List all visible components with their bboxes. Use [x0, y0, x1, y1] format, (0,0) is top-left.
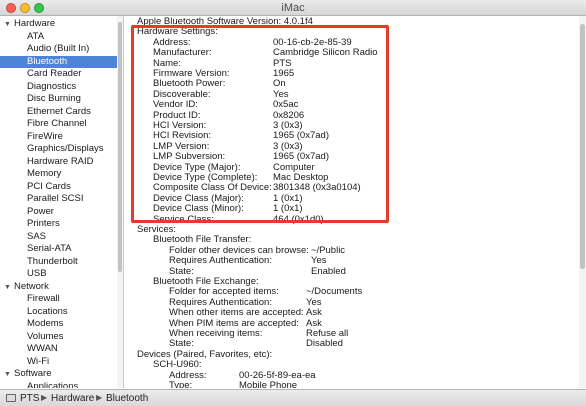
- sidebar-group-label: Hardware: [14, 18, 56, 29]
- sidebar-list: ▼ Hardware ATA Audio (Built In) Bluetooth Car…: [0, 16, 123, 388]
- path-bar: PTS ▶ Hardware ▶ Bluetooth: [0, 389, 586, 406]
- sidebar-item-hardware-raid[interactable]: Hardware RAID: [0, 156, 123, 169]
- detail-scrollbar[interactable]: [579, 16, 586, 388]
- sidebar-group-label: Software: [14, 368, 52, 379]
- sidebar-item-audio-built-in[interactable]: Audio (Built In): [0, 43, 123, 56]
- sidebar-item-pci-cards[interactable]: PCI Cards: [0, 181, 123, 194]
- sidebar[interactable]: ▼ Hardware ATA Audio (Built In) Bluetooth Car…: [0, 16, 124, 388]
- sidebar-item-sas[interactable]: SAS: [0, 231, 123, 244]
- sidebar-item-wwan[interactable]: WWAN: [0, 343, 123, 356]
- sidebar-item-applications[interactable]: Applications: [0, 381, 123, 389]
- sidebar-group-software[interactable]: ▼ Software: [0, 368, 123, 381]
- sidebar-item-printers[interactable]: Printers: [0, 218, 123, 231]
- setting-value: Mobile Phone: [239, 380, 298, 388]
- sidebar-item-serial-ata[interactable]: Serial-ATA: [0, 243, 123, 256]
- sidebar-item-card-reader[interactable]: Card Reader: [0, 68, 123, 81]
- sidebar-item-graphics-displays[interactable]: Graphics/Displays: [0, 143, 123, 156]
- setting-value: Enabled: [311, 265, 346, 277]
- sidebar-group-hardware[interactable]: ▼ Hardware: [0, 18, 123, 31]
- setting-key: Type:: [169, 380, 193, 388]
- computer-icon: [6, 394, 16, 402]
- sidebar-item-usb[interactable]: USB: [0, 268, 123, 281]
- sidebar-item-ethernet-cards[interactable]: Ethernet Cards: [0, 106, 123, 119]
- sidebar-item-locations[interactable]: Locations: [0, 306, 123, 319]
- path-separator-icon: ▶: [41, 393, 48, 402]
- detail-pane: Apple Bluetooth Software Version: 4.0.1f…: [125, 16, 586, 388]
- path-separator-icon: ▶: [96, 393, 103, 402]
- sidebar-item-parallel-scsi[interactable]: Parallel SCSI: [0, 193, 123, 206]
- device-row: Type: Mobile Phone: [125, 380, 575, 388]
- sidebar-item-firewall[interactable]: Firewall: [0, 293, 123, 306]
- path-item-bluetooth[interactable]: Bluetooth: [106, 393, 148, 404]
- title-bar: iMac: [0, 0, 586, 16]
- sidebar-item-power[interactable]: Power: [0, 206, 123, 219]
- sidebar-item-bluetooth[interactable]: Bluetooth: [0, 55, 123, 68]
- window-title: iMac: [281, 2, 305, 14]
- sidebar-scrollbar[interactable]: [117, 16, 123, 388]
- sidebar-item-wi-fi[interactable]: Wi-Fi: [0, 356, 123, 369]
- sidebar-item-volumes[interactable]: Volumes: [0, 331, 123, 344]
- sidebar-item-firewire[interactable]: FireWire: [0, 131, 123, 144]
- device-row: Address: 00-26-5f-89-ea-ea: [125, 370, 575, 381]
- sidebar-item-modems[interactable]: Modems: [0, 318, 123, 331]
- highlight-box: [131, 25, 389, 223]
- sidebar-item-ata[interactable]: ATA: [0, 31, 123, 44]
- sidebar-group-label: Network: [14, 280, 49, 292]
- path-item-computer[interactable]: PTS: [20, 393, 39, 404]
- sidebar-item-thunderbolt[interactable]: Thunderbolt: [0, 256, 123, 269]
- sidebar-item-fibre-channel[interactable]: Fibre Channel: [0, 118, 123, 131]
- path-item-hardware[interactable]: Hardware: [51, 393, 94, 404]
- sidebar-item-disc-burning[interactable]: Disc Burning: [0, 93, 123, 106]
- sidebar-group-network[interactable]: ▼ Network: [0, 281, 123, 294]
- sidebar-item-diagnostics[interactable]: Diagnostics: [0, 81, 123, 94]
- sidebar-item-memory[interactable]: Memory: [0, 168, 123, 181]
- setting-value: Disabled: [306, 338, 343, 350]
- sidebar-scrollbar-thumb[interactable]: [118, 22, 122, 272]
- detail-scrollbar-thumb[interactable]: [580, 24, 585, 269]
